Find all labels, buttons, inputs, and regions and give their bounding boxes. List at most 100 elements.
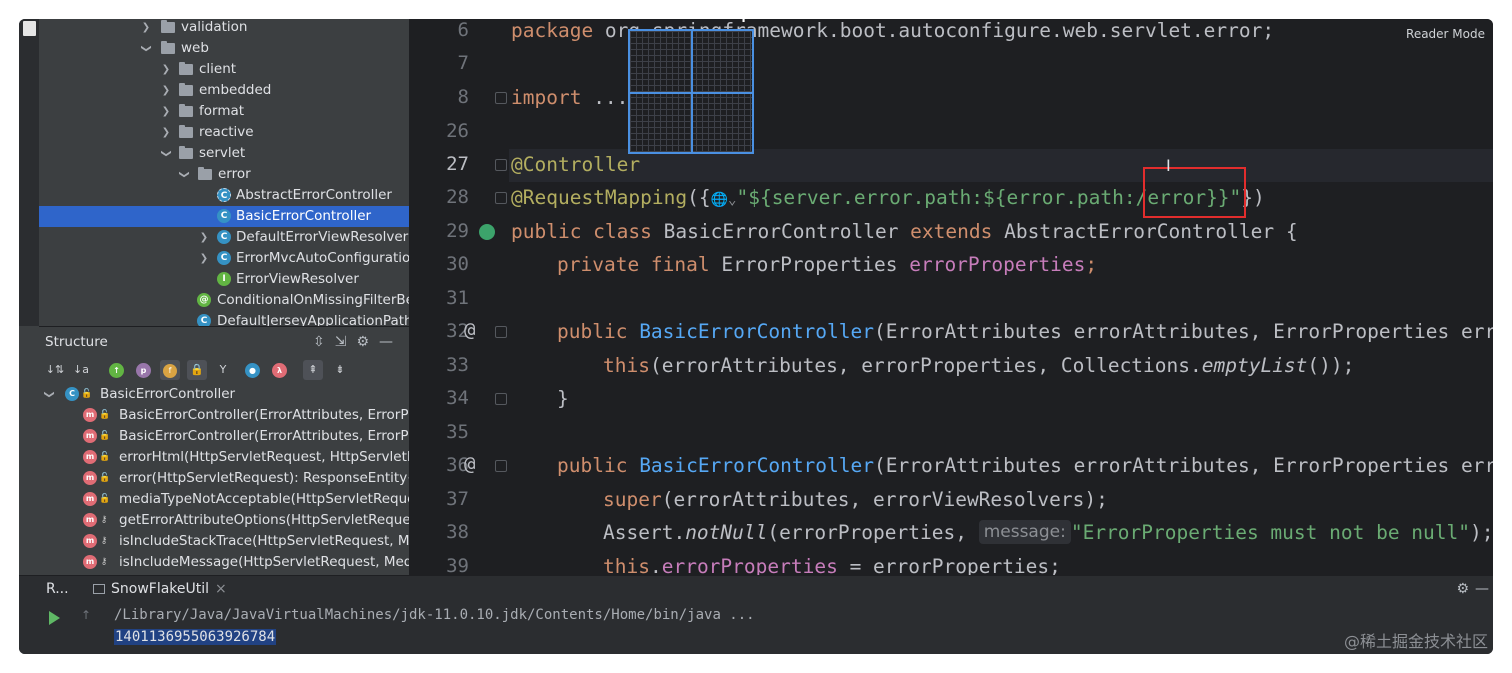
field-name: errorProperties [661, 555, 838, 575]
structure-header-actions: ⇳⇲⚙— [313, 327, 403, 357]
string-literal: "${server.error.path:${error.path [736, 186, 1124, 209]
fold-collapse-icon[interactable] [495, 326, 507, 338]
override-marker-icon[interactable]: @ [464, 319, 475, 341]
tree-item-client[interactable]: ❯ client [39, 59, 409, 80]
line-number: 30 [446, 253, 469, 275]
class-name: BasicErrorController [651, 220, 911, 243]
rerun-icon[interactable] [49, 611, 60, 625]
tree-item-reactive[interactable]: ❯ reactive [39, 122, 409, 143]
tree-item-error[interactable]: ❯ error [39, 164, 409, 185]
chevron-down-icon[interactable]: ❯ [136, 42, 157, 56]
minimize-icon[interactable]: — [1475, 576, 1489, 603]
tree-item-error-view-resolver[interactable]: I ErrorViewResolver [39, 269, 409, 290]
tree-item-label: DefaultErrorViewResolver [236, 229, 409, 245]
code-text: (ErrorAttributes errorAttributes, ErrorP… [874, 454, 1493, 477]
chevron-right-icon[interactable]: ❯ [197, 248, 211, 269]
minimize-icon[interactable]: — [379, 334, 403, 350]
structure-member[interactable]: m 🔓 BasicErrorController(ErrorAttributes… [39, 405, 409, 426]
keyword: public [557, 454, 628, 477]
structure-root[interactable]: ❯ C 🔓 BasicErrorController [39, 384, 409, 405]
chevron-right-icon[interactable]: ❯ [139, 19, 153, 38]
show-anonymous-icon[interactable]: Y [213, 360, 233, 380]
autoscroll-from-source-icon[interactable]: ⇟ [330, 360, 350, 380]
gear-icon[interactable]: ⚙ [1456, 576, 1469, 603]
chevron-right-icon[interactable]: ❯ [197, 227, 211, 248]
fold-expand-icon[interactable] [495, 92, 507, 104]
chevron-right-icon[interactable]: ❯ [159, 80, 173, 101]
chevron-down-icon[interactable]: ❯ [156, 147, 177, 161]
tree-item-servlet[interactable]: ❯ servlet [39, 143, 409, 164]
tree-item-format[interactable]: ❯ format [39, 101, 409, 122]
structure-member[interactable]: m ⚷ isIncludeStackTrace(HttpServletReque… [39, 531, 409, 552]
tree-item-basic-error-controller[interactable]: C BasicErrorController [39, 206, 409, 227]
show-properties-icon[interactable]: p [136, 363, 151, 378]
tree-item-error-mvc-auto-configuration[interactable]: ❯ C ErrorMvcAutoConfiguration [39, 248, 409, 269]
text-cursor-icon: I [1166, 156, 1171, 175]
chevron-right-icon[interactable]: ❯ [159, 101, 173, 122]
console-output[interactable]: /Library/Java/JavaVirtualMachines/jdk-11… [109, 603, 1489, 654]
tree-item-default-jersey-application-path[interactable]: C DefaultJerseyApplicationPath [39, 311, 409, 326]
chevron-down-icon[interactable]: ❯ [174, 168, 195, 182]
autoscroll-to-source-icon[interactable]: ⇞ [303, 360, 323, 380]
line-number: 39 [446, 555, 469, 575]
folder-icon [179, 62, 193, 75]
gear-icon[interactable]: ⚙ [356, 334, 379, 350]
chevron-down-icon[interactable]: ❯ [39, 390, 60, 398]
fold-collapse-icon[interactable] [495, 460, 507, 472]
fold-end-icon[interactable] [495, 393, 507, 405]
show-lambda-icon[interactable]: λ [272, 363, 287, 378]
line-number: 27 [446, 153, 469, 175]
globe-icon[interactable]: 🌐⌄ [711, 192, 737, 208]
run-panel: R... SnowFlakeUtil × ⚙ — ↑ /Library/Java/… [19, 575, 1493, 654]
tree-item-embedded[interactable]: ❯ embedded [39, 80, 409, 101]
expand-all-icon[interactable]: ⇳ [313, 334, 335, 350]
tree-item-conditional-on-missing-filter-bean[interactable]: @ ConditionalOnMissingFilterBean [39, 290, 409, 311]
show-fields-icon[interactable]: f [160, 360, 180, 380]
interface-icon: I [217, 272, 231, 286]
structure-member[interactable]: m ⚷ getErrorAttributeOptions(HttpServlet… [39, 510, 409, 531]
tree-item-default-error-view-resolver[interactable]: ❯ C DefaultErrorViewResolver [39, 227, 409, 248]
structure-member[interactable]: m 🔓 BasicErrorController(ErrorAttributes… [39, 426, 409, 447]
reader-mode-toggle[interactable]: Reader Mode [1406, 27, 1485, 41]
code-line-29: public class BasicErrorController extend… [511, 215, 1298, 248]
run-sidebar: ↑ [39, 603, 91, 654]
structure-member-label: isIncludeStackTrace(HttpServletRequest, … [119, 533, 409, 549]
fold-collapse-icon[interactable] [495, 159, 507, 171]
show-inherited-icon[interactable]: ↑ [109, 363, 124, 378]
run-tool-label[interactable]: R... [46, 576, 69, 603]
tree-item-abstract-error-controller[interactable]: C AbstractErrorController [39, 185, 409, 206]
tab-snowflakeutil[interactable]: SnowFlakeUtil × [93, 576, 227, 603]
line-number: 26 [446, 120, 469, 142]
folded-imports[interactable]: ... [581, 86, 628, 109]
code-editor[interactable]: 6 7 8 26 27 28 29 30 31 32 33 34 35 36 3… [409, 19, 1493, 575]
code-line-38: Assert.notNull(errorProperties, message:… [603, 516, 1493, 549]
annotation-icon: @ [197, 293, 211, 307]
structure-member[interactable]: m ⚷ isIncludeMessage(HttpServletRequest,… [39, 552, 409, 573]
keyword: public class [511, 220, 652, 243]
code-text: (errorProperties, [767, 521, 979, 544]
chevron-right-icon[interactable]: ❯ [159, 59, 173, 80]
structure-member[interactable]: m 🔓 errorHtml(HttpServletRequest, HttpSe… [39, 447, 409, 468]
code-text: (ErrorAttributes errorAttributes, ErrorP… [874, 320, 1493, 343]
method-icon: m [83, 555, 97, 569]
show-non-public-icon[interactable]: 🔒 [187, 360, 207, 380]
public-icon: 🔓 [99, 494, 111, 504]
chevron-right-icon[interactable]: ❯ [159, 122, 173, 143]
collapse-all-icon[interactable]: ⇲ [335, 334, 357, 350]
structure-member[interactable]: m 🔓 mediaTypeNotAcceptable(HttpServletRe… [39, 489, 409, 510]
spring-bean-icon[interactable] [477, 222, 497, 242]
tree-item-validation[interactable]: ❯ validation [39, 19, 409, 38]
code-line-33: this(errorAttributes, errorProperties, C… [603, 349, 1354, 382]
close-icon[interactable]: × [215, 581, 227, 597]
sort-by-visibility-icon[interactable]: ↓⇅ [45, 360, 65, 380]
project-tool-icon[interactable] [23, 21, 36, 36]
structure-member[interactable]: m 🔓 error(HttpServletRequest): ResponseE… [39, 468, 409, 489]
tree-item-web[interactable]: ❯ web [39, 38, 409, 59]
code-line-34: } [557, 387, 569, 410]
override-marker-icon[interactable]: @ [464, 453, 475, 475]
sort-alphabetically-icon[interactable]: ↓a [71, 360, 91, 380]
class-icon: C [65, 387, 79, 401]
scroll-up-icon[interactable]: ↑ [81, 608, 91, 622]
show-lambdas-icon[interactable]: ● [245, 363, 260, 378]
fold-collapse-icon[interactable] [495, 192, 507, 204]
